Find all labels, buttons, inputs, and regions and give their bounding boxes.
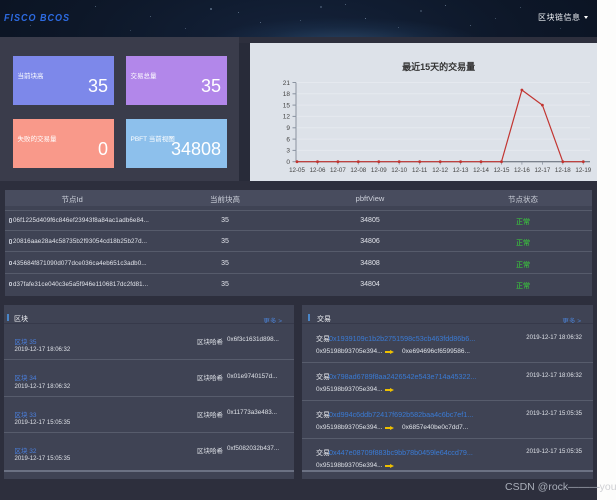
svg-text:12-14: 12-14	[473, 167, 489, 174]
svg-text:0: 0	[286, 159, 290, 166]
svg-text:12-15: 12-15	[494, 167, 510, 174]
svg-text:3: 3	[286, 147, 290, 154]
svg-text:18: 18	[283, 91, 291, 98]
svg-text:12-19: 12-19	[575, 167, 591, 174]
svg-text:12-10: 12-10	[391, 167, 407, 174]
svg-text:12-12: 12-12	[432, 167, 448, 174]
svg-text:12: 12	[283, 113, 291, 120]
svg-text:12-13: 12-13	[453, 167, 469, 174]
svg-text:12-08: 12-08	[350, 167, 366, 174]
svg-text:12-07: 12-07	[330, 167, 346, 174]
svg-text:15: 15	[283, 102, 291, 109]
svg-text:12-17: 12-17	[534, 167, 550, 174]
svg-text:12-18: 12-18	[555, 167, 571, 174]
svg-text:12-09: 12-09	[371, 167, 387, 174]
svg-text:9: 9	[286, 125, 290, 132]
svg-text:12-16: 12-16	[514, 167, 530, 174]
svg-text:6: 6	[286, 136, 290, 143]
svg-text:12-11: 12-11	[412, 167, 428, 174]
svg-text:12-05: 12-05	[289, 167, 305, 174]
svg-text:21: 21	[283, 79, 291, 86]
svg-text:12-06: 12-06	[310, 167, 326, 174]
